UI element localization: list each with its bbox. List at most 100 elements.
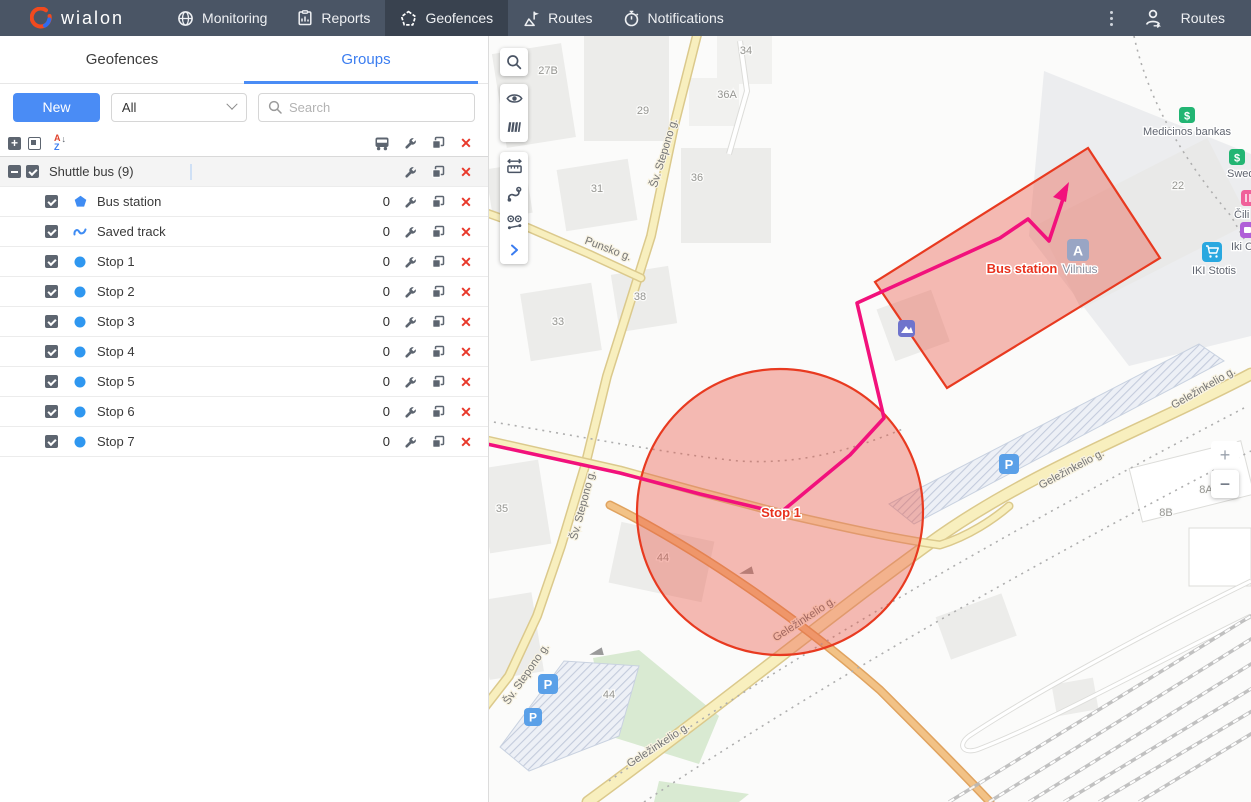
zoom-in-button[interactable]: + <box>1211 441 1239 469</box>
zoom-out-button[interactable]: − <box>1211 470 1239 498</box>
nav-geofences[interactable]: Geofences <box>385 0 508 36</box>
row-properties-button[interactable] <box>396 195 424 209</box>
measure-distance-button[interactable] <box>500 152 528 180</box>
row-copy-button[interactable] <box>424 315 452 329</box>
chevron-down-icon <box>226 99 237 110</box>
delete-column-icon[interactable]: ✕ <box>452 136 480 150</box>
row-checkbox[interactable] <box>45 195 58 208</box>
unit-count: 0 <box>366 314 396 329</box>
wialon-app: wialon Monitoring Reports <box>0 0 1251 802</box>
tab-geofences[interactable]: Geofences <box>0 36 244 83</box>
building-number: 36A <box>717 89 737 101</box>
copy-icon <box>431 255 445 269</box>
wrench-icon <box>403 345 417 359</box>
add-group-icon[interactable]: + <box>8 137 21 150</box>
nearest-units-button[interactable] <box>500 208 528 236</box>
filter-dropdown[interactable]: All <box>111 93 247 122</box>
tab-groups[interactable]: Groups <box>244 36 488 83</box>
group-properties-button[interactable] <box>396 165 424 179</box>
row-checkbox[interactable] <box>45 225 58 238</box>
geofence-row[interactable]: Saved track 0 ✕ <box>0 217 488 247</box>
geofence-row[interactable]: Stop 1 0 ✕ <box>0 247 488 277</box>
row-checkbox[interactable] <box>45 375 58 388</box>
nav-monitoring[interactable]: Monitoring <box>162 0 282 36</box>
geofence-row[interactable]: Stop 6 0 ✕ <box>0 397 488 427</box>
copy-column-icon[interactable] <box>424 136 452 150</box>
row-copy-button[interactable] <box>424 345 452 359</box>
row-properties-button[interactable] <box>396 225 424 239</box>
units-column-icon[interactable] <box>368 136 396 151</box>
row-delete-button[interactable]: ✕ <box>452 435 480 449</box>
row-properties-button[interactable] <box>396 255 424 269</box>
row-copy-button[interactable] <box>424 375 452 389</box>
row-delete-button[interactable]: ✕ <box>452 225 480 239</box>
row-properties-button[interactable] <box>396 375 424 389</box>
poi-label: IKI Stotis <box>1192 265 1237 277</box>
geofence-row[interactable]: Stop 7 0 ✕ <box>0 427 488 457</box>
group-row-shuttle-bus[interactable]: Shuttle bus (9) ✕ <box>0 157 488 187</box>
map-search-button[interactable] <box>500 48 528 76</box>
user-menu[interactable]: Routes <box>1143 8 1225 28</box>
wialon-logo[interactable]: wialon <box>30 7 124 29</box>
row-delete-button[interactable]: ✕ <box>452 405 480 419</box>
search-input[interactable] <box>289 100 465 115</box>
nav-reports[interactable]: Reports <box>282 0 385 36</box>
map-layers-button[interactable] <box>500 112 528 140</box>
wrench-icon <box>403 225 417 239</box>
expand-tools-button[interactable] <box>500 236 528 264</box>
row-properties-button[interactable] <box>396 435 424 449</box>
row-checkbox[interactable] <box>45 255 58 268</box>
row-delete-button[interactable]: ✕ <box>452 255 480 269</box>
wialon-logo-icon <box>30 7 52 29</box>
track-tool-button[interactable] <box>500 180 528 208</box>
kebab-menu-icon[interactable] <box>1106 7 1117 30</box>
collapse-group-checkbox[interactable] <box>8 165 21 178</box>
row-properties-button[interactable] <box>396 285 424 299</box>
geofence-row[interactable]: Stop 2 0 ✕ <box>0 277 488 307</box>
map-canvas[interactable]: Šv. Stepono g. Šv. Stepono g. Šv. Stepon… <box>489 36 1251 802</box>
geofence-row[interactable]: Bus station 0 ✕ <box>0 187 488 217</box>
geofence-name: Stop 4 <box>97 344 135 359</box>
geofences-sidebar: Geofences Groups New All + AZ <box>0 36 489 802</box>
group-copy-button[interactable] <box>424 165 452 179</box>
row-copy-button[interactable] <box>424 195 452 209</box>
row-checkbox[interactable] <box>45 285 58 298</box>
row-checkbox[interactable] <box>45 405 58 418</box>
nav-routes[interactable]: Routes <box>508 0 607 36</box>
row-copy-button[interactable] <box>424 255 452 269</box>
nav-notifications[interactable]: Notifications <box>608 0 739 36</box>
row-checkbox[interactable] <box>45 345 58 358</box>
row-copy-button[interactable] <box>424 435 452 449</box>
row-checkbox[interactable] <box>45 435 58 448</box>
row-delete-button[interactable]: ✕ <box>452 375 480 389</box>
row-delete-button[interactable]: ✕ <box>452 315 480 329</box>
row-checkbox[interactable] <box>45 315 58 328</box>
group-delete-button[interactable]: ✕ <box>452 165 480 179</box>
row-delete-button[interactable]: ✕ <box>452 345 480 359</box>
svg-text:P: P <box>529 711 537 725</box>
geofence-row[interactable]: Stop 5 0 ✕ <box>0 367 488 397</box>
building-number: 34 <box>740 45 752 57</box>
row-delete-button[interactable]: ✕ <box>452 285 480 299</box>
unit-count: 0 <box>366 224 396 239</box>
geofence-row[interactable]: Stop 4 0 ✕ <box>0 337 488 367</box>
visibility-button[interactable] <box>500 84 528 112</box>
building-number: 29 <box>637 105 649 117</box>
row-delete-button[interactable]: ✕ <box>452 195 480 209</box>
properties-column-icon[interactable] <box>396 136 424 150</box>
svg-text:P: P <box>1005 457 1014 472</box>
geofence-row[interactable]: Stop 3 0 ✕ <box>0 307 488 337</box>
poi-label: Swedbank <box>1227 168 1251 180</box>
group-checkbox[interactable] <box>26 165 39 178</box>
search-box[interactable] <box>258 93 475 122</box>
row-properties-button[interactable] <box>396 345 424 359</box>
row-copy-button[interactable] <box>424 225 452 239</box>
select-all-checkbox[interactable] <box>28 137 41 150</box>
row-properties-button[interactable] <box>396 405 424 419</box>
row-copy-button[interactable] <box>424 285 452 299</box>
row-copy-button[interactable] <box>424 405 452 419</box>
svg-text:P: P <box>544 677 553 692</box>
row-properties-button[interactable] <box>396 315 424 329</box>
new-button[interactable]: New <box>13 93 100 122</box>
sort-az-icon[interactable]: AZ ↓ <box>54 134 66 152</box>
